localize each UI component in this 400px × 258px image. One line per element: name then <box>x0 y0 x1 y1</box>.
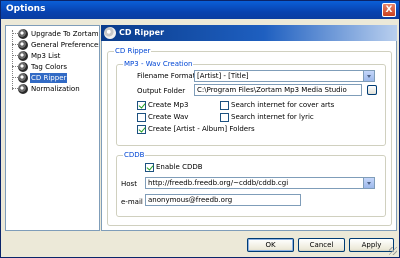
search-cover-checkbox[interactable] <box>220 101 229 110</box>
filename-format-combo[interactable]: [Artist] - [Title] <box>194 70 375 82</box>
cddb-group: CDDB Enable CDDB Host http://freedb.free… <box>116 150 386 217</box>
filename-format-label: Filename Format <box>137 72 196 80</box>
browse-folder-button[interactable] <box>367 85 377 95</box>
search-lyric-checkbox[interactable] <box>220 113 229 122</box>
cancel-button-label: Cancel <box>309 241 334 249</box>
tree-item-mp3-list[interactable]: Mp3 List <box>8 51 99 61</box>
apply-button[interactable]: Apply <box>349 238 394 252</box>
create-folders-label: Create [Artist - Album] Folders <box>148 125 255 133</box>
title-bar[interactable]: Options X <box>1 1 399 19</box>
panel-title: CD Ripper <box>119 28 165 37</box>
filename-format-value: [Artist] - [Title] <box>197 72 249 80</box>
close-icon: X <box>385 5 393 15</box>
enable-cddb-checkbox[interactable] <box>145 163 154 172</box>
create-wav-checkbox[interactable] <box>137 113 146 122</box>
panel-content: CD Ripper MP3 - Wav Creation Filename Fo… <box>101 41 397 231</box>
create-folders-checkbox[interactable] <box>137 125 146 134</box>
cd-icon <box>18 62 28 72</box>
tree-item-label: General Preferences <box>31 41 100 49</box>
options-window: Options X Upgrade To Zortam I General Pr… <box>0 0 400 258</box>
chevron-down-icon[interactable] <box>363 71 374 81</box>
cd-icon <box>18 40 28 50</box>
email-value: anonymous@freedb.org <box>148 196 233 204</box>
tree-item-label: CD Ripper <box>30 73 68 83</box>
resize-grip[interactable] <box>389 247 397 255</box>
group-label: CD Ripper <box>114 46 152 56</box>
panel-header: CD Ripper <box>101 25 397 41</box>
tree-item-upgrade[interactable]: Upgrade To Zortam I <box>8 29 100 39</box>
cd-icon <box>18 73 28 83</box>
create-mp3-label: Create Mp3 <box>148 101 189 109</box>
window-title: Options <box>6 4 46 14</box>
output-folder-value: C:\Program Files\Zortam Mp3 Media Studio <box>197 86 347 94</box>
cd-icon <box>18 84 28 94</box>
search-cover-label: Search internet for cover arts <box>231 101 335 109</box>
ok-button-label: OK <box>265 241 276 249</box>
cd-icon <box>18 29 28 39</box>
tree-item-label: Tag Colors <box>31 63 67 71</box>
host-value: http://freedb.freedb.org/~cddb/cddb.cgi <box>148 179 289 187</box>
group-label: CDDB <box>123 150 146 160</box>
output-folder-input[interactable]: C:\Program Files\Zortam Mp3 Media Studio <box>194 84 362 96</box>
create-mp3-checkbox[interactable] <box>137 101 146 110</box>
cd-ripper-group: CD Ripper MP3 - Wav Creation Filename Fo… <box>107 46 392 226</box>
group-label: MP3 - Wav Creation <box>123 59 194 69</box>
chevron-down-icon[interactable] <box>363 178 374 188</box>
email-label: e-mail <box>121 198 143 206</box>
options-tree: Upgrade To Zortam I General Preferences … <box>5 25 100 231</box>
tree-item-general-preferences[interactable]: General Preferences <box>8 40 100 50</box>
cd-icon <box>104 27 116 39</box>
tree-item-tag-colors[interactable]: Tag Colors <box>8 62 99 72</box>
create-wav-label: Create Wav <box>148 113 189 121</box>
close-button[interactable]: X <box>382 3 396 17</box>
output-folder-label: Output Folder <box>137 87 186 95</box>
ok-button[interactable]: OK <box>247 238 294 252</box>
host-combo[interactable]: http://freedb.freedb.org/~cddb/cddb.cgi <box>145 177 375 189</box>
tree-item-label: Upgrade To Zortam I <box>31 30 100 38</box>
host-label: Host <box>121 180 137 188</box>
tree-item-cd-ripper[interactable]: CD Ripper <box>8 73 99 83</box>
mp3-wav-group: MP3 - Wav Creation Filename Format [Arti… <box>116 59 386 146</box>
cd-icon <box>18 51 28 61</box>
tree-item-label: Normalization <box>31 85 80 93</box>
enable-cddb-label: Enable CDDB <box>156 163 203 171</box>
tree-item-label: Mp3 List <box>31 52 61 60</box>
apply-button-label: Apply <box>361 241 382 249</box>
settings-panel: CD Ripper CD Ripper MP3 - Wav Creation F… <box>101 25 397 231</box>
cancel-button[interactable]: Cancel <box>298 238 345 252</box>
tree-item-normalization[interactable]: Normalization <box>8 84 99 94</box>
email-input[interactable]: anonymous@freedb.org <box>145 194 301 206</box>
search-lyric-label: Search internet for lyric <box>231 113 314 121</box>
